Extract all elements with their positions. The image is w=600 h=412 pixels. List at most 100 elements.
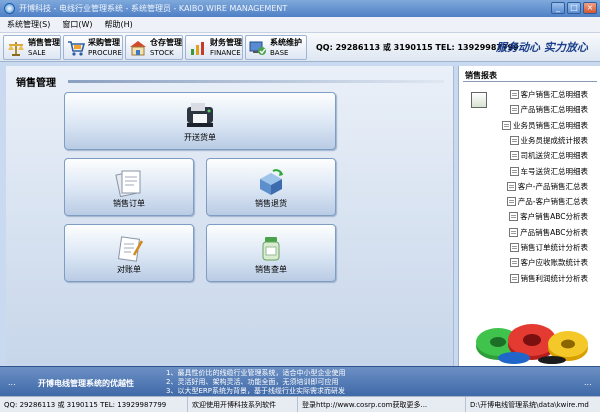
report-item-label: 业务员提成统计报表 — [520, 135, 589, 145]
report-item[interactable]: 销售订单统计分析表 — [509, 241, 589, 254]
minimize-button[interactable]: _ — [551, 2, 565, 14]
app-icon[interactable] — [4, 3, 15, 14]
printer-icon — [187, 103, 213, 127]
report-item[interactable]: 客户销售ABC分析表 — [509, 210, 588, 223]
report-item-label: 车号送货汇总明细表 — [520, 166, 589, 176]
procure-label: 采购管理 — [88, 37, 120, 47]
finance-label: 财务管理 — [210, 37, 242, 47]
report-item-label: 销售订单统计分析表 — [520, 243, 589, 252]
report-doc-icon — [509, 273, 519, 283]
scale-icon — [6, 38, 26, 58]
advantage-line-3: 3、以大型ERP系统为背景，基于线缆行业实际需求而研发 — [166, 387, 345, 395]
report-item-label: 产品销售汇总明细表 — [520, 105, 589, 115]
procure-label-en: PROCURE — [88, 48, 122, 57]
status-db-path: D:\开博电线管理系统\data\kwire.md — [470, 400, 589, 409]
sale-module-button[interactable]: 销售管理 SALE — [3, 35, 61, 60]
sales-order-label: 销售订单 — [113, 199, 145, 208]
report-doc-icon — [506, 181, 516, 191]
report-item[interactable]: 司机送货汇总明细表 — [509, 149, 589, 162]
advantage-line-1: 1、最具性价比的线缆行业管理系统，适合中小型企业使用 — [166, 369, 346, 377]
toolbar-contact: QQ: 29286113 或 3190115 TEL: 13929987799 — [316, 43, 519, 52]
window-title: 开博科技 - 电线行业管理系统 - 系统管理员 - KAIBO WIRE MAN… — [19, 4, 288, 13]
finance-label-en: FINANCE — [210, 48, 241, 57]
report-doc-icon — [509, 243, 519, 252]
module-toolbar: 销售管理 SALE 采购管理 PROCURE 仓存管理 STOCK 财务管理 F… — [0, 33, 600, 62]
close-button[interactable]: × — [583, 2, 597, 14]
report-item-label: 产品-客户销售汇总表 — [517, 197, 588, 207]
report-item-label: 客户应收账款统计表 — [520, 258, 589, 268]
statement-label: 对账单 — [117, 265, 141, 274]
return-box-icon — [260, 169, 283, 195]
maximize-button[interactable]: □ — [567, 2, 581, 14]
report-item[interactable]: 销售利润统计分析表 — [509, 272, 589, 285]
advantages-lines: 1、最具性价比的线缆行业管理系统，适合中小型企业使用 2、灵活好用、架构灵活、功… — [166, 369, 345, 396]
base-label-en: BASE — [270, 48, 289, 57]
documents-icon — [115, 170, 141, 197]
section-divider — [68, 80, 444, 83]
stock-label-en: STOCK — [150, 48, 174, 57]
sale-label-en: SALE — [28, 48, 46, 57]
query-bottle-icon — [262, 237, 280, 261]
report-item[interactable]: 业务员提成统计报表 — [509, 134, 589, 147]
maintenance-icon — [248, 38, 268, 58]
report-item-label: 业务员销售汇总明细表 — [513, 120, 588, 130]
report-item-label: 销售利润统计分析表 — [520, 273, 589, 283]
reports-divider — [463, 81, 597, 82]
banner-left-dots: ... — [8, 378, 16, 387]
status-bar: QQ: 29286113 或 3190115 TEL: 13929987799 … — [0, 396, 600, 412]
menu-help[interactable]: 帮助(H) — [97, 19, 137, 30]
delivery-note-label: 开送货单 — [184, 133, 216, 142]
advantages-title: 开博电线管理系统的优越性 — [38, 379, 134, 388]
advantages-banner: ... 开博电线管理系统的优越性 1、最具性价比的线缆行业管理系统，适合中小型企… — [0, 366, 600, 396]
report-doc-icon — [509, 90, 519, 99]
sales-query-tile[interactable]: 销售查单 — [206, 224, 336, 282]
finance-chart-icon — [188, 38, 208, 58]
stock-module-button[interactable]: 仓存管理 STOCK — [125, 35, 183, 60]
report-item[interactable]: 车号送货汇总明细表 — [509, 165, 589, 178]
sales-return-label: 销售退货 — [255, 199, 287, 208]
report-item[interactable]: 产品销售ABC分析表 — [509, 226, 588, 239]
report-item[interactable]: 客户销售汇总明细表 — [509, 88, 589, 101]
report-doc-icon — [509, 135, 519, 145]
report-item-label: 产品销售ABC分析表 — [520, 227, 588, 237]
base-module-button[interactable]: 系统维护 BASE — [245, 35, 307, 60]
menu-system[interactable]: 系统管理(S) — [0, 19, 55, 30]
status-contact: QQ: 29286113 或 3190115 TEL: 13929987799 — [0, 396, 188, 412]
report-item[interactable]: 客户-产品销售汇总表 — [506, 180, 588, 193]
report-doc-icon — [509, 227, 519, 237]
report-item[interactable]: 产品-客户销售汇总表 — [506, 195, 588, 208]
statement-tile[interactable]: 对账单 — [64, 224, 194, 282]
report-doc-icon — [506, 197, 516, 207]
stock-label: 仓存管理 — [150, 37, 182, 47]
sales-return-tile[interactable]: 销售退货 — [206, 158, 336, 216]
status-welcome: 欢迎使用开博科技系列软件 — [188, 396, 298, 412]
menu-window[interactable]: 窗口(W) — [55, 19, 97, 30]
report-item-label: 客户销售汇总明细表 — [520, 90, 589, 99]
base-label: 系统维护 — [270, 37, 302, 47]
banner-right-dots: ... — [584, 378, 592, 387]
procure-module-button[interactable]: 采购管理 PROCURE — [63, 35, 123, 60]
report-doc-icon — [509, 258, 519, 268]
report-item-label: 司机送货汇总明细表 — [520, 151, 589, 161]
report-doc-icon — [502, 120, 511, 130]
finance-module-button[interactable]: 财务管理 FINANCE — [185, 35, 243, 60]
reports-title: 销售报表 — [465, 71, 497, 80]
sales-management-panel: 销售管理 开送货单 销售订单 销售退货 对账单 销售查单 — [6, 66, 454, 366]
status-website: 登录http://www.cosrp.com获取更多... — [298, 396, 466, 412]
report-doc-icon — [509, 105, 519, 115]
report-item-label: 客户销售ABC分析表 — [520, 212, 588, 222]
title-bar: 开博科技 - 电线行业管理系统 - 系统管理员 - KAIBO WIRE MAN… — [0, 0, 600, 17]
report-doc-icon — [509, 166, 519, 176]
delivery-note-tile[interactable]: 开送货单 — [64, 92, 336, 150]
sales-order-tile[interactable]: 销售订单 — [64, 158, 194, 216]
report-doc-icon — [509, 151, 519, 161]
menu-bar: 系统管理(S) 窗口(W) 帮助(H) — [0, 17, 600, 33]
report-item[interactable]: 业务员销售汇总明细表 — [502, 119, 588, 132]
report-item[interactable]: 产品销售汇总明细表 — [509, 103, 589, 116]
sale-label: 销售管理 — [28, 37, 60, 47]
report-item[interactable]: 客户应收账款统计表 — [509, 256, 589, 269]
warehouse-icon — [128, 38, 148, 58]
sales-query-label: 销售查单 — [255, 265, 287, 274]
statement-pen-icon — [117, 236, 144, 262]
report-item-label: 客户-产品销售汇总表 — [517, 181, 588, 191]
